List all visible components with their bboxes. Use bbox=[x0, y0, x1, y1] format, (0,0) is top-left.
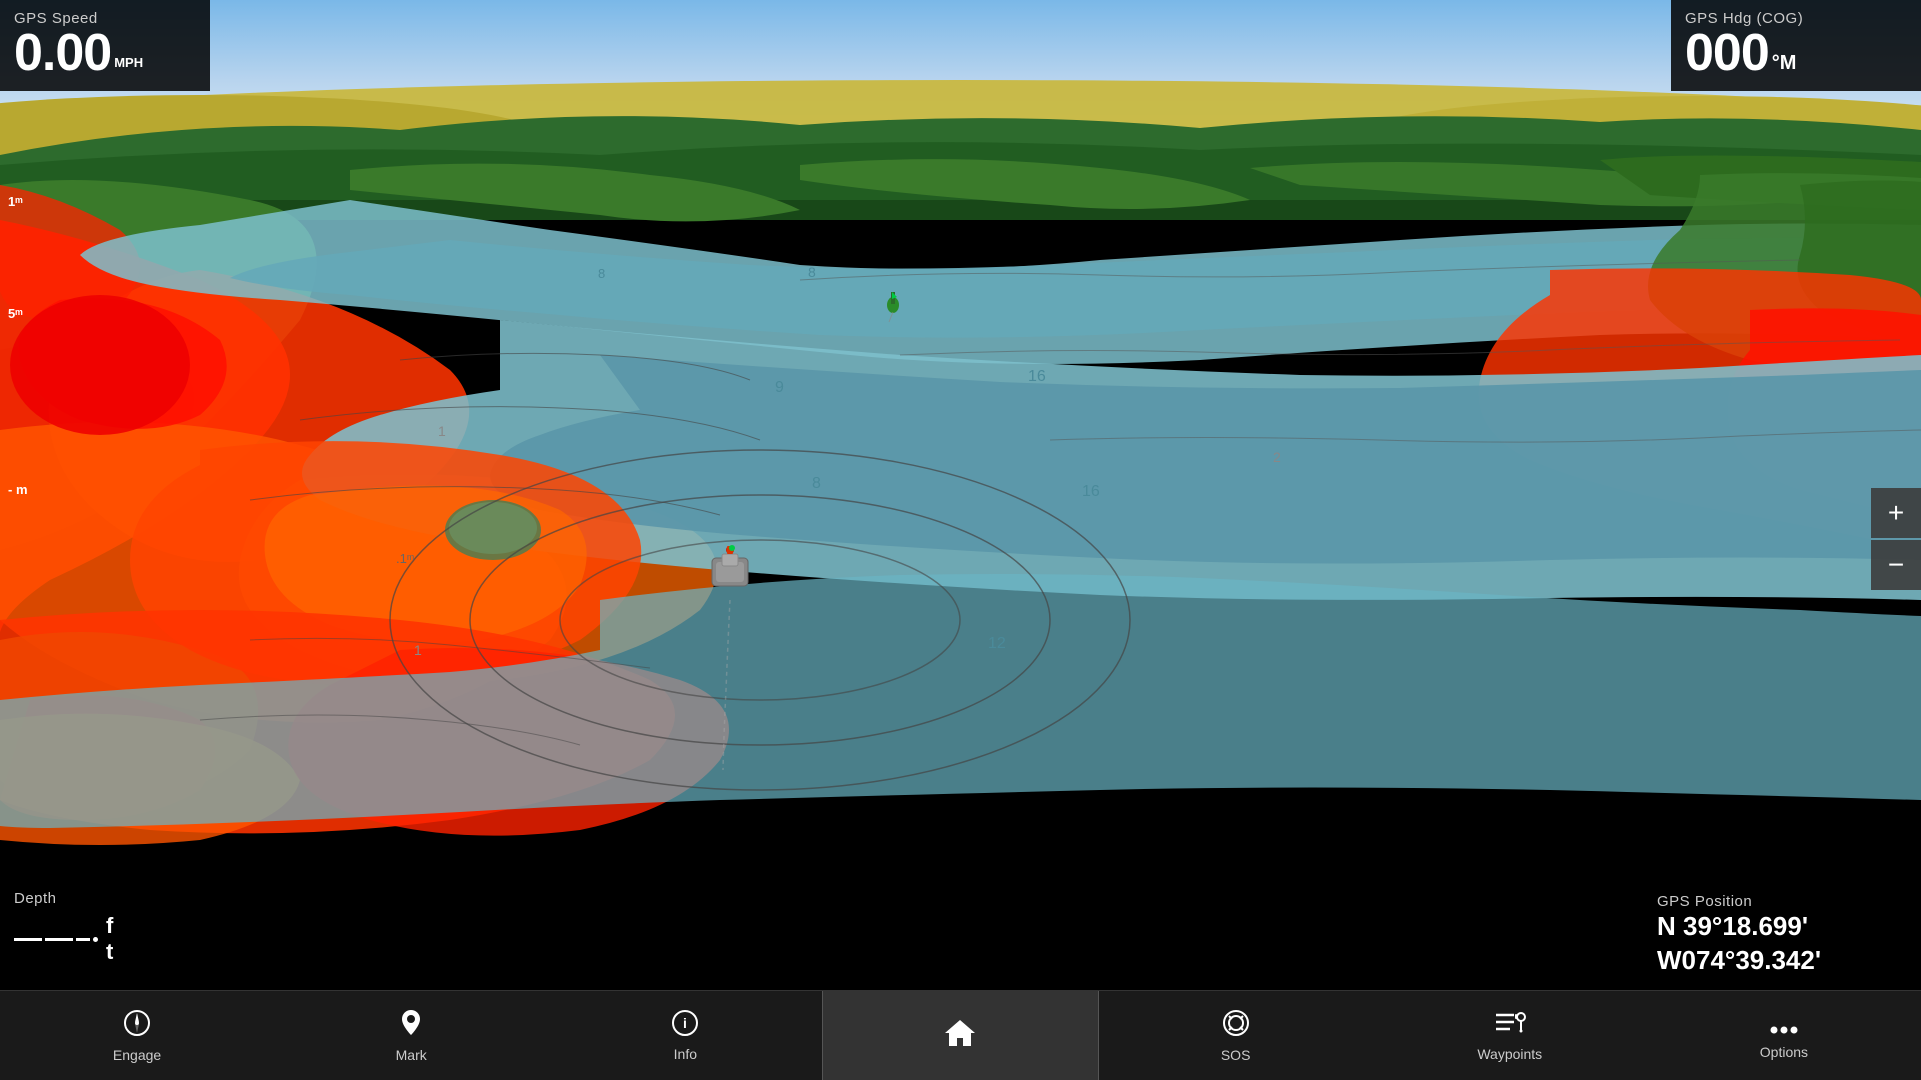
depth-unit: f t bbox=[106, 913, 113, 966]
zoom-in-button[interactable]: + bbox=[1871, 488, 1921, 538]
gps-position-lat: N 39°18.699' bbox=[1657, 910, 1905, 944]
gps-speed-unit-mph: MPH bbox=[114, 56, 143, 69]
dash-dot bbox=[93, 937, 98, 942]
options-icon bbox=[1770, 1012, 1798, 1040]
dash-3 bbox=[76, 938, 90, 941]
gps-hdg-value: 000 bbox=[1685, 27, 1769, 79]
dash-2 bbox=[45, 938, 73, 941]
zoom-out-button[interactable]: − bbox=[1871, 540, 1921, 590]
depth-title: Depth bbox=[14, 890, 196, 907]
gps-position-title: GPS Position bbox=[1657, 893, 1905, 910]
mark-label: Mark bbox=[396, 1047, 427, 1063]
home-icon bbox=[943, 1018, 977, 1053]
svg-text:5ᵐ: 5ᵐ bbox=[8, 306, 23, 321]
depth-line-indicator bbox=[14, 937, 98, 942]
depth-9: 9 bbox=[775, 379, 784, 396]
map-view[interactable]: 9 16 8 16 12 1 2 1 8 8 .1ᵐ 1ᵐ 5ᵐ - m bbox=[0, 0, 1921, 990]
svg-text:8: 8 bbox=[598, 266, 605, 281]
depth-widget: Depth f t bbox=[0, 880, 210, 990]
sos-icon bbox=[1221, 1008, 1251, 1043]
info-icon: i bbox=[671, 1009, 699, 1042]
nav-item-options[interactable]: Options bbox=[1647, 991, 1921, 1080]
mark-icon bbox=[397, 1008, 425, 1043]
depth-point1: .1ᵐ bbox=[396, 551, 414, 566]
nav-item-home[interactable] bbox=[822, 991, 1098, 1080]
gps-position-lon: W074°39.342' bbox=[1657, 944, 1905, 978]
depth-12: 12 bbox=[988, 635, 1006, 652]
nav-item-mark[interactable]: Mark bbox=[274, 991, 548, 1080]
depth-1-bottom: 1 bbox=[414, 642, 422, 658]
info-label: Info bbox=[674, 1046, 697, 1062]
depth-1-left: 1 bbox=[438, 423, 446, 439]
waypoints-icon bbox=[1494, 1009, 1526, 1042]
nav-item-waypoints[interactable]: Waypoints bbox=[1373, 991, 1647, 1080]
gps-hdg-unit: °M bbox=[1772, 53, 1797, 73]
waypoints-label: Waypoints bbox=[1477, 1046, 1542, 1062]
zoom-controls: + − bbox=[1871, 488, 1921, 592]
gps-speed-value: 0.00 bbox=[14, 27, 111, 79]
engage-icon bbox=[122, 1008, 152, 1043]
depth-8-up: 8 bbox=[808, 264, 816, 280]
engage-label: Engage bbox=[113, 1047, 161, 1063]
nav-bar: Engage Mark i Info bbox=[0, 990, 1921, 1080]
gps-speed-unit: MPH bbox=[114, 56, 143, 69]
gps-hdg-widget: GPS Hdg (COG) 000 °M bbox=[1671, 0, 1921, 91]
depth-2-right: 2 bbox=[1273, 449, 1281, 465]
svg-text:- m: - m bbox=[8, 482, 28, 497]
depth-8: 8 bbox=[812, 475, 821, 492]
nav-item-info[interactable]: i Info bbox=[548, 991, 822, 1080]
dash-1 bbox=[14, 938, 42, 941]
options-label: Options bbox=[1760, 1044, 1808, 1060]
svg-text:1ᵐ: 1ᵐ bbox=[8, 194, 23, 209]
nav-item-sos[interactable]: SOS bbox=[1099, 991, 1373, 1080]
depth-unit-t: t bbox=[106, 939, 113, 965]
gps-speed-widget: GPS Speed 0.00 MPH bbox=[0, 0, 210, 91]
gps-position-widget: GPS Position N 39°18.699' W074°39.342' bbox=[1641, 883, 1921, 990]
depth-16-mid: 16 bbox=[1082, 483, 1100, 500]
depth-unit-f: f bbox=[106, 913, 113, 939]
nav-item-engage[interactable]: Engage bbox=[0, 991, 274, 1080]
sos-label: SOS bbox=[1221, 1047, 1251, 1063]
svg-text:i: i bbox=[683, 1015, 687, 1031]
depth-16-top: 16 bbox=[1028, 368, 1046, 385]
